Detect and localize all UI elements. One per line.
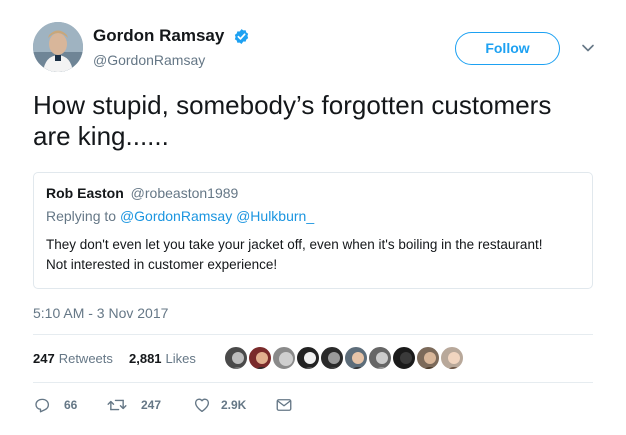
retweet-button[interactable]: 247: [107, 395, 177, 415]
like-stat-count: 2,881: [129, 351, 162, 366]
direct-message-button[interactable]: [275, 395, 295, 415]
like-stat-label: Likes: [165, 351, 196, 366]
retweet-stat[interactable]: 247 Retweets: [33, 351, 113, 366]
liker-avatar[interactable]: [439, 345, 465, 371]
quoted-tweet[interactable]: Rob Easton @robeaston1989 Replying to @G…: [33, 172, 593, 289]
engagement-stats: 247 Retweets 2,881 Likes: [33, 345, 593, 375]
reply-icon: [35, 398, 50, 413]
reply-button[interactable]: 66: [33, 395, 83, 415]
divider-bottom: [33, 382, 593, 383]
divider-top: [33, 334, 593, 335]
quoted-text: They don't even let you take your jacket…: [46, 235, 580, 275]
quoted-text-line-2: Not interested in customer experience!: [46, 257, 278, 272]
liker-avatar[interactable]: [343, 345, 369, 371]
liker-avatar[interactable]: [295, 345, 321, 371]
retweet-stat-count: 247: [33, 351, 55, 366]
liker-avatar[interactable]: [391, 345, 417, 371]
liker-avatar[interactable]: [319, 345, 345, 371]
quoted-text-line-1: They don't even let you take your jacket…: [46, 237, 543, 252]
quoted-author-name: Rob Easton: [46, 185, 124, 201]
liker-avatar[interactable]: [223, 345, 249, 371]
reply-count: 66: [64, 398, 78, 412]
tweet-text: How stupid, somebody’s forgotten custome…: [33, 90, 552, 151]
follow-button[interactable]: Follow: [455, 32, 560, 65]
replying-to-prefix: Replying to: [46, 208, 117, 224]
author-handle[interactable]: @GordonRamsay: [93, 52, 205, 68]
author-avatar[interactable]: [33, 22, 83, 72]
liker-avatar[interactable]: [367, 345, 393, 371]
verified-badge-icon: [234, 28, 248, 44]
retweet-icon: [107, 399, 127, 411]
retweet-stat-label: Retweets: [58, 351, 113, 366]
replying-to-handles[interactable]: @GordonRamsay @Hulkburn_: [120, 208, 314, 224]
like-button[interactable]: 2.9K: [193, 395, 273, 415]
tweet-actions: 66 247 2.9K: [33, 395, 593, 417]
retweet-count: 247: [141, 398, 162, 412]
author-display-name[interactable]: Gordon Ramsay: [93, 26, 224, 46]
message-icon: [276, 399, 292, 411]
like-stat[interactable]: 2,881 Likes: [129, 351, 196, 366]
liker-avatar[interactable]: [415, 345, 441, 371]
tweet-timestamp[interactable]: 5:10 AM - 3 Nov 2017: [33, 305, 168, 321]
tweet-header: Gordon Ramsay @GordonRamsay Follow: [33, 22, 608, 74]
heart-icon: [194, 398, 210, 413]
liker-avatar[interactable]: [247, 345, 273, 371]
quoted-author-handle: @robeaston1989: [130, 185, 239, 201]
replying-to: Replying to @GordonRamsay @Hulkburn_: [46, 208, 580, 224]
chevron-down-icon[interactable]: [581, 41, 595, 55]
like-count: 2.9K: [221, 398, 247, 412]
liker-avatar[interactable]: [271, 345, 297, 371]
